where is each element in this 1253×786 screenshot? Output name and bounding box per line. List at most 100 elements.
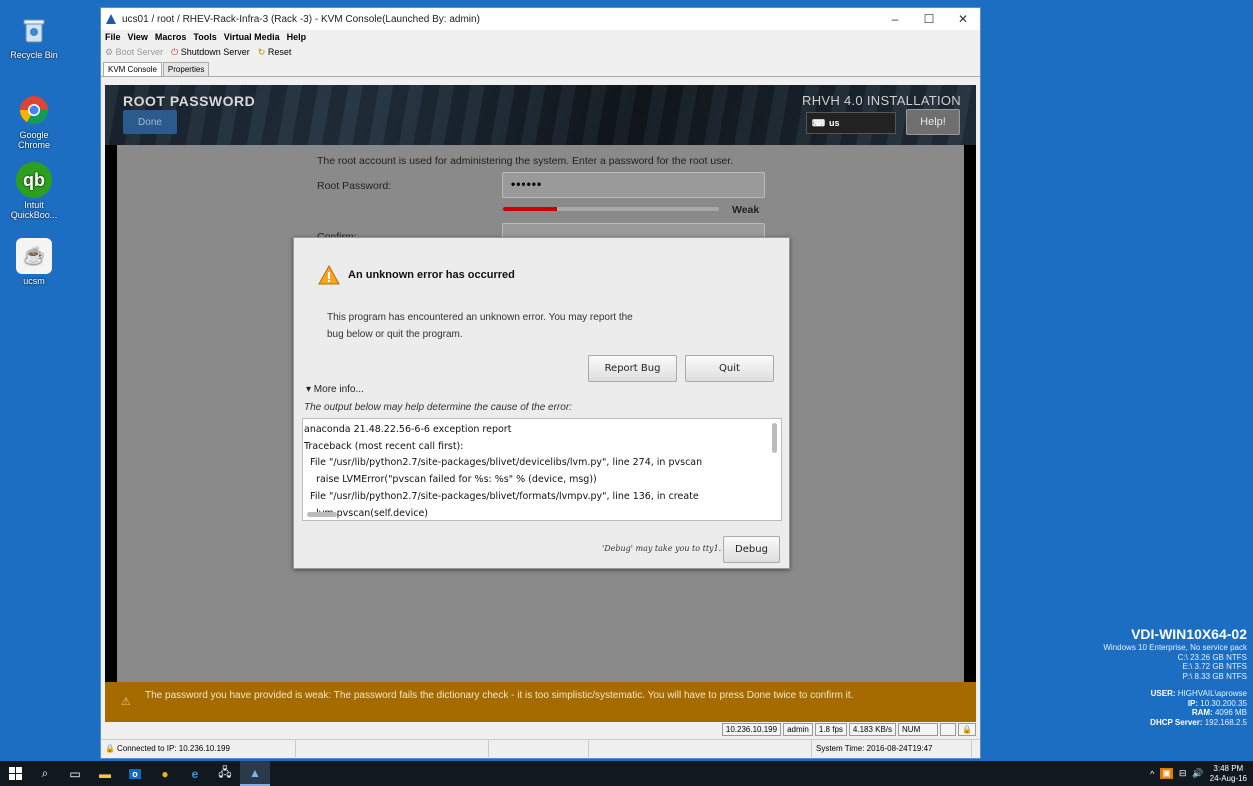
installer-header: ROOT PASSWORD Done RHVH 4.0 INSTALLATION… (105, 85, 976, 145)
desktop-icon-label: ucsm (23, 276, 45, 286)
warning-icon: ⚠ (121, 696, 131, 708)
task-view-icon: ▭ (69, 766, 81, 781)
windows-icon (8, 767, 22, 780)
network-icon: 🖧 (218, 765, 232, 779)
outlook-icon: o (129, 768, 141, 779)
close-button[interactable]: ✕ (946, 12, 980, 26)
minimize-button[interactable]: – (878, 12, 912, 26)
taskbar-chrome[interactable]: ● (150, 761, 180, 786)
recycle-bin-icon (16, 12, 52, 48)
horizontal-scrollbar[interactable] (307, 512, 337, 517)
status-segment-4 (589, 740, 812, 757)
desktop-icon-quickbooks[interactable]: qb Intuit QuickBoo... (4, 162, 64, 220)
taskbar-edge[interactable]: e (180, 761, 210, 786)
root-password-label: Root Password: (317, 180, 392, 192)
tab-bar: KVM Console Properties (101, 60, 980, 77)
kvm-app-icon (106, 14, 116, 24)
chevron-up-icon[interactable]: ^ (1150, 769, 1154, 779)
desktop-icon-ucsm[interactable]: ☕ ucsm (4, 238, 64, 286)
bginfo-panel: VDI-WIN10X64-02 Windows 10 Enterprise, N… (1103, 626, 1247, 727)
window-titlebar[interactable]: ucs01 / root / RHEV-Rack-Infra-3 (Rack -… (101, 8, 980, 30)
os-info: Windows 10 Enterprise, No service pack (1103, 643, 1247, 652)
quit-button[interactable]: Quit (685, 355, 774, 382)
taskbar-java-kvm[interactable]: ▲ (240, 761, 270, 786)
ram-label: RAM: (1191, 708, 1213, 717)
boot-icon: ⚙ (105, 46, 114, 57)
quickbooks-icon: qb (16, 162, 52, 198)
tray-app-icon[interactable]: ▣ (1160, 768, 1173, 779)
taskbar-outlook[interactable]: o (120, 761, 150, 786)
product-title: RHVH 4.0 INSTALLATION (802, 93, 961, 108)
taskbar-file-explorer[interactable]: ▬ (90, 761, 120, 786)
taskbar-network[interactable]: 🖧 (210, 761, 240, 786)
search-icon: ⌕ (41, 766, 49, 780)
warning-text: The password you have provided is weak: … (145, 690, 854, 701)
user-line: USER: HIGHVAIL\aprowse (1103, 689, 1247, 699)
task-view-button[interactable]: ▭ (60, 761, 90, 786)
system-tray: ^ ▣ ⊟ 🔊 3:48 PM 24-Aug-16 (1150, 764, 1253, 784)
help-button[interactable]: Help! (906, 109, 960, 135)
status-user: admin (783, 722, 813, 736)
reset-label: Reset (267, 46, 292, 57)
root-password-input[interactable]: •••••• (502, 172, 765, 198)
kvm-status-bar: 10.236.10.199 admin 1.8 fps 4.183 KB/s N… (105, 722, 976, 736)
chrome-icon (16, 92, 52, 128)
maximize-button[interactable]: ☐ (912, 12, 946, 26)
menu-tools[interactable]: Tools (193, 32, 216, 42)
connected-text: Connected to IP: 10.236.10.199 (116, 744, 230, 753)
tab-properties[interactable]: Properties (162, 62, 210, 76)
kvm-console-window: ucs01 / root / RHEV-Rack-Infra-3 (Rack -… (100, 7, 981, 759)
done-button[interactable]: Done (123, 110, 177, 134)
report-bug-button[interactable]: Report Bug (588, 355, 677, 382)
status-ip: 10.236.10.199 (721, 722, 782, 736)
reset-button[interactable]: ↻ Reset (258, 47, 292, 58)
keyboard-layout: us (829, 118, 840, 128)
traceback-textview[interactable]: anaconda 21.48.22.56-6-6 exception repor… (302, 418, 782, 521)
menu-virtual-media[interactable]: Virtual Media (224, 32, 280, 42)
keyboard-layout-indicator[interactable]: ⌨ us (806, 112, 896, 134)
dhcp-label: DHCP Server: (1150, 717, 1203, 727)
connection-status: 🔒 Connected to IP: 10.236.10.199 (101, 740, 296, 757)
vertical-scrollbar[interactable] (772, 423, 777, 453)
more-info-expander[interactable]: ▾ More info... (306, 384, 364, 395)
network-tray-icon[interactable]: ⊟ (1179, 768, 1187, 779)
drive-e: E:\ 3.72 GB NTFS (1182, 662, 1247, 671)
shutdown-server-button[interactable]: ⏻ Shutdown Server (171, 47, 250, 58)
desktop-icon-google-chrome[interactable]: Google Chrome (4, 92, 64, 150)
status-segment-3 (489, 740, 589, 757)
volume-icon[interactable]: 🔊 (1192, 768, 1203, 779)
user-value: HIGHVAIL\aprowse (1177, 689, 1247, 698)
status-num: NUM (898, 722, 939, 736)
status-fps: 1.8 fps (814, 722, 847, 736)
reset-icon: ↻ (257, 46, 266, 57)
menu-macros[interactable]: Macros (155, 32, 187, 42)
keyboard-icon: ⌨ (812, 117, 825, 128)
menu-bar: File View Macros Tools Virtual Media Hel… (101, 30, 980, 44)
kvm-screen[interactable]: ROOT PASSWORD Done RHVH 4.0 INSTALLATION… (105, 85, 976, 722)
ip-line: IP: 10.30.200.35 (1103, 699, 1247, 709)
start-button[interactable] (0, 761, 30, 786)
drive-c: C:\ 23.26 GB NTFS (1177, 652, 1247, 662)
window-title: ucs01 / root / RHEV-Rack-Infra-3 (Rack -… (122, 13, 480, 25)
search-button[interactable]: ⌕ (30, 761, 60, 786)
clock-date: 24-Aug-16 (1209, 773, 1247, 783)
traceback-text: anaconda 21.48.22.56-6-6 exception repor… (304, 424, 703, 519)
dialog-message: This program has encountered an unknown … (327, 312, 633, 340)
output-hint: The output below may help determine the … (304, 402, 572, 413)
system-time: System Time: 2016-08-24T19:47 (812, 740, 972, 757)
kvm-connection-bar: 🔒 Connected to IP: 10.236.10.199 System … (101, 739, 980, 757)
status-segment-2 (296, 740, 489, 757)
shutdown-server-label: Shutdown Server (180, 46, 250, 57)
edge-icon: e (191, 766, 199, 781)
menu-file[interactable]: File (105, 32, 121, 42)
desktop-icon-label: Recycle Bin (10, 50, 58, 60)
debug-button[interactable]: Debug (723, 536, 780, 563)
menu-view[interactable]: View (128, 32, 148, 42)
desktop-icon-recycle-bin[interactable]: Recycle Bin (4, 12, 64, 60)
clock[interactable]: 3:48 PM 24-Aug-16 (1210, 764, 1247, 784)
tab-kvm-console[interactable]: KVM Console (103, 62, 162, 76)
ip-label: IP: (1187, 698, 1199, 708)
page-title: ROOT PASSWORD (123, 93, 256, 109)
menu-help[interactable]: Help (287, 32, 307, 42)
boot-server-label: Boot Server (115, 46, 164, 57)
